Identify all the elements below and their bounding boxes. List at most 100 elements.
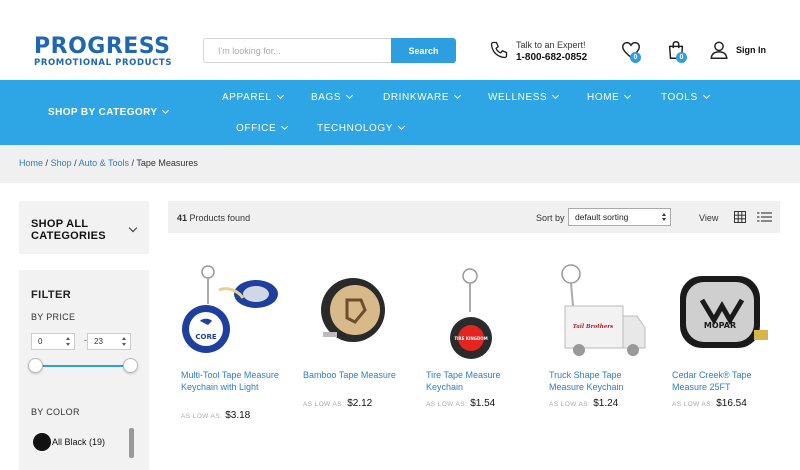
color-swatch-black[interactable] (33, 433, 51, 451)
logo-tagline: PROMOTIONAL PRODUCTS (34, 58, 173, 68)
as-low-as-label: AS LOW AS: (303, 401, 345, 408)
stepper-arrows-icon[interactable] (66, 336, 71, 347)
breadcrumb-current: Tape Measures (136, 158, 198, 168)
nav-item-bags[interactable]: BAGS (311, 91, 354, 103)
chevron-down-icon (276, 91, 284, 100)
product-image[interactable]: CORE (181, 262, 281, 362)
chevron-down-icon (346, 91, 354, 100)
product-name[interactable]: Multi-Tool Tape Measure Keychain with Li… (181, 370, 281, 393)
price-max-value: 23 (94, 337, 103, 346)
product-image[interactable]: Tail Brothers (549, 262, 649, 362)
nav-label: TOOLS (661, 92, 698, 103)
product-image[interactable]: TIRE KINGDOM (426, 262, 526, 362)
nav-label: DRINKWARE (383, 92, 450, 103)
product-card[interactable]: MOPAR Cedar Creek® Tape Measure 25FT AS … (672, 262, 782, 450)
color-list-scrollbar[interactable] (129, 428, 134, 458)
price-value: $3.18 (225, 410, 251, 421)
stepper-arrows-icon[interactable] (122, 336, 127, 347)
sign-in-link[interactable]: Sign In (736, 45, 766, 55)
price-slider-min-handle[interactable] (28, 358, 43, 373)
expert-phone[interactable]: 1-800-682-0852 (516, 51, 587, 64)
truck-brand-text: Tail Brothers (573, 324, 613, 330)
chevron-down-icon (702, 91, 710, 100)
nav-label: WELLNESS (488, 92, 548, 103)
site-logo[interactable]: PROGRESS PROMOTIONAL PRODUCTS (34, 34, 173, 69)
shop-by-category-menu[interactable]: SHOP BY CATEGORY (48, 106, 170, 118)
product-image[interactable]: MOPAR (672, 262, 772, 362)
product-card[interactable]: CORE Multi-Tool Tape Measure Keychain wi… (181, 262, 291, 450)
expert-label: Talk to an Expert! (516, 40, 586, 50)
grid-view-icon[interactable] (734, 211, 746, 223)
as-low-as-label: AS LOW AS: (181, 413, 223, 420)
nav-item-drinkware[interactable]: DRINKWARE (383, 91, 462, 103)
mopar-brand-text: MOPAR (704, 321, 736, 330)
core-brand-text: CORE (195, 333, 216, 341)
products-found: 41 Products found (177, 213, 250, 223)
search-input[interactable] (203, 38, 391, 63)
chevron-down-icon (454, 91, 462, 100)
phone-icon (490, 41, 508, 59)
nav-item-office[interactable]: OFFICE (236, 122, 289, 134)
talk-to-expert[interactable]: Talk to an Expert! 1-800-682-0852 (516, 40, 587, 64)
chevron-down-icon (162, 106, 170, 115)
breadcrumb-separator: / (45, 158, 49, 168)
product-name[interactable]: Bamboo Tape Measure (303, 370, 403, 382)
product-price: AS LOW AS: $3.18 (181, 410, 250, 421)
breadcrumb-bar: Home / Shop / Auto & Tools / Tape Measur… (0, 145, 800, 183)
main-nav: SHOP BY CATEGORY APPAREL BAGS DRINKWARE … (0, 80, 800, 145)
breadcrumb: Home / Shop / Auto & Tools / Tape Measur… (19, 158, 198, 168)
price-value: $1.54 (470, 398, 496, 409)
nav-item-apparel[interactable]: APPAREL (222, 91, 284, 103)
logo-wordmark: PROGRESS (34, 34, 171, 59)
breadcrumb-separator: / (131, 158, 135, 168)
nav-item-tools[interactable]: TOOLS (661, 91, 710, 103)
chevron-down-icon (281, 122, 289, 131)
chevron-down-icon (397, 122, 406, 131)
user-icon[interactable] (708, 39, 730, 61)
nav-item-technology[interactable]: TECHNOLOGY (317, 122, 406, 134)
nav-item-home[interactable]: HOME (587, 91, 632, 103)
product-card[interactable]: TIRE KINGDOM Tire Tape Measure Keychain … (426, 262, 536, 450)
chevron-down-icon (624, 91, 632, 100)
search-button[interactable]: Search (391, 38, 456, 63)
product-price: AS LOW AS: $16.54 (672, 398, 747, 409)
price-value: $1.24 (593, 398, 619, 409)
filter-panel: FILTER BY PRICE 0 - 23 BY COLOR All Blac… (19, 270, 149, 470)
breadcrumb-home[interactable]: Home (19, 158, 43, 168)
price-slider-max-handle[interactable] (123, 358, 138, 373)
shop-by-category-label: SHOP BY CATEGORY (48, 107, 158, 118)
price-value: $16.54 (716, 398, 747, 409)
nav-label: HOME (587, 92, 620, 103)
wishlist-count-badge: 0 (630, 52, 641, 63)
product-image[interactable] (303, 262, 403, 362)
list-view-icon[interactable] (757, 211, 772, 223)
shop-all-categories-toggle[interactable]: SHOP ALL CATEGORIES (19, 201, 149, 254)
as-low-as-label: AS LOW AS: (426, 401, 468, 408)
color-option-label[interactable]: All Black (19) (52, 437, 105, 447)
breadcrumb-shop[interactable]: Shop (51, 158, 72, 168)
by-color-label: BY COLOR (31, 407, 80, 417)
product-name[interactable]: Truck Shape Tape Measure Keychain (549, 370, 649, 393)
sort-select[interactable]: default sorting (568, 208, 671, 226)
price-min-value: 0 (38, 337, 43, 346)
price-slider-track[interactable] (36, 365, 131, 367)
product-name[interactable]: Tire Tape Measure Keychain (426, 370, 526, 393)
product-name[interactable]: Cedar Creek® Tape Measure 25FT (672, 370, 772, 393)
price-max-input[interactable]: 23 (87, 333, 131, 350)
nav-label: TECHNOLOGY (317, 123, 394, 134)
product-card[interactable]: Tail Brothers Truck Shape Tape Measure K… (549, 262, 659, 450)
nav-label: OFFICE (236, 123, 277, 134)
filter-title: FILTER (31, 289, 72, 301)
as-low-as-label: AS LOW AS: (672, 401, 714, 408)
site-header: PROGRESS PROMOTIONAL PRODUCTS Search Tal… (0, 0, 800, 80)
results-toolbar: 41 Products found Sort by default sortin… (168, 201, 780, 233)
view-label: View (699, 213, 719, 223)
nav-item-wellness[interactable]: WELLNESS (488, 91, 560, 103)
price-min-input[interactable]: 0 (31, 333, 75, 350)
breadcrumb-auto-tools[interactable]: Auto & Tools (79, 158, 129, 168)
breadcrumb-separator: / (74, 158, 77, 168)
search-bar: Search (203, 38, 456, 63)
product-count: 41 (177, 213, 188, 223)
product-card[interactable]: Bamboo Tape Measure AS LOW AS: $2.12 (303, 262, 413, 450)
price-value: $2.12 (347, 398, 373, 409)
